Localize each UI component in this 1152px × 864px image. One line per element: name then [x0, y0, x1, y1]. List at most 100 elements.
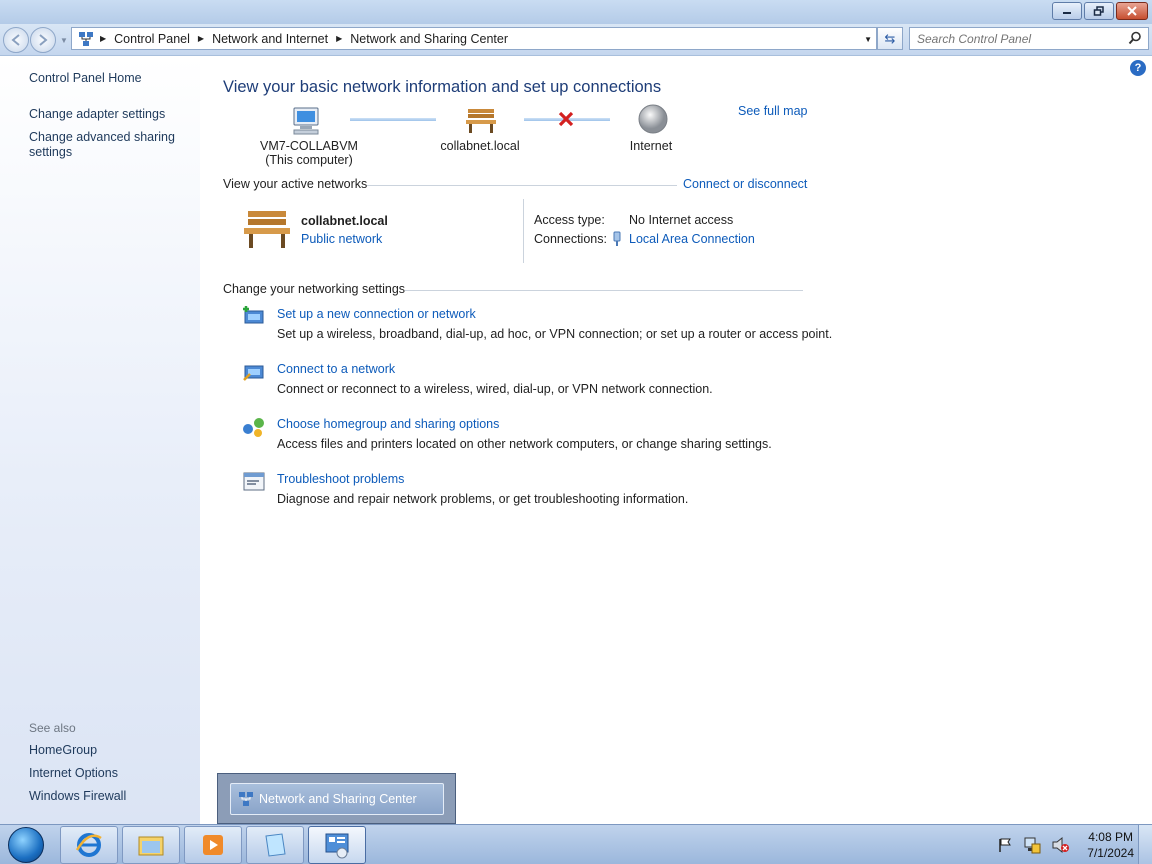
minimize-button[interactable] — [1052, 2, 1082, 20]
forward-button[interactable] — [30, 27, 56, 53]
homegroup-link[interactable]: HomeGroup — [29, 743, 97, 758]
divider — [523, 199, 524, 263]
close-icon — [1127, 6, 1137, 16]
media-player-icon — [203, 835, 223, 855]
breadcrumb-control-panel[interactable]: Control Panel — [114, 32, 190, 46]
refresh-button[interactable]: ⇆ — [877, 27, 903, 50]
computer-name: VM7-COLLABVM — [260, 139, 358, 153]
link-text-line: Change advanced sharing — [29, 130, 175, 144]
window-controls — [1050, 2, 1148, 20]
left-sidebar: Control Panel Home Change adapter settin… — [0, 57, 200, 824]
show-desktop-button[interactable] — [1138, 825, 1152, 864]
back-arrow-icon — [11, 34, 20, 46]
connect-to-network-link[interactable]: Connect to a network — [277, 362, 395, 376]
change-adapter-settings-link[interactable]: Change adapter settings — [29, 107, 165, 122]
network-icon — [79, 31, 93, 46]
windows-logo-icon — [8, 827, 44, 863]
breadcrumb-network-and-internet[interactable]: Network and Internet — [212, 32, 328, 46]
computer-icon[interactable] — [290, 105, 324, 137]
back-button[interactable] — [3, 27, 29, 53]
thumbnail-label: Network and Sharing Center — [259, 792, 417, 806]
internet-explorer-icon — [75, 833, 102, 857]
local-area-connection-link[interactable]: Local Area Connection — [629, 232, 755, 246]
network-icon — [239, 792, 253, 806]
internet-globe-icon[interactable] — [637, 103, 669, 135]
close-button[interactable] — [1116, 2, 1148, 20]
active-networks-heading: View your active networks — [223, 177, 368, 191]
search-box[interactable] — [909, 27, 1149, 50]
access-type-value: No Internet access — [629, 213, 734, 227]
setup-new-connection-link[interactable]: Set up a new connection or network — [277, 307, 476, 321]
control-panel-home-link[interactable]: Control Panel Home — [29, 71, 142, 86]
troubleshoot-problems-link[interactable]: Troubleshoot problems — [277, 472, 404, 486]
change-advanced-sharing-link[interactable]: Change advanced sharing settings — [29, 130, 175, 160]
restore-button[interactable] — [1084, 2, 1114, 20]
refresh-icon: ⇆ — [884, 30, 896, 46]
no-connection-x-icon[interactable] — [557, 111, 575, 127]
main-content: ? View your basic network information an… — [200, 57, 1152, 824]
notepad-icon — [265, 833, 286, 857]
system-clock[interactable]: 4:08 PM 7/1/2024 — [1087, 829, 1134, 861]
search-icon[interactable] — [1128, 31, 1142, 45]
address-bar[interactable]: ▶ Control Panel ▶ Network and Internet ▶… — [71, 27, 877, 50]
network-bench-icon[interactable] — [464, 105, 498, 135]
computer-node-label: VM7-COLLABVM (This computer) — [250, 139, 368, 167]
taskbar-notepad[interactable] — [246, 826, 304, 864]
volume-muted-icon[interactable] — [1051, 836, 1070, 854]
folder-icon — [138, 836, 164, 856]
new-connection-icon[interactable] — [242, 305, 266, 329]
breadcrumb-arrow-icon[interactable]: ▶ — [100, 34, 106, 43]
connect-network-icon[interactable] — [242, 360, 266, 384]
homegroup-icon[interactable] — [242, 415, 266, 439]
homegroup-sharing-link[interactable]: Choose homegroup and sharing options — [277, 417, 499, 431]
taskbar-thumbnail-popup: Network and Sharing Center — [217, 773, 456, 824]
start-button[interactable] — [3, 825, 49, 864]
internet-options-link[interactable]: Internet Options — [29, 766, 118, 781]
map-connection-line — [350, 118, 436, 121]
taskbar-network-sharing-center[interactable] — [308, 826, 366, 864]
action-center-flag-icon[interactable] — [997, 837, 1013, 853]
divider — [367, 185, 677, 186]
taskbar-internet-explorer[interactable] — [60, 826, 118, 864]
see-also-heading: See also — [29, 721, 76, 735]
taskbar-windows-explorer[interactable] — [122, 826, 180, 864]
forward-arrow-icon — [39, 34, 48, 46]
ethernet-plug-icon — [613, 231, 621, 246]
troubleshoot-problems-desc: Diagnose and repair network problems, or… — [277, 492, 689, 506]
breadcrumb-arrow-icon[interactable]: ▶ — [198, 34, 204, 43]
see-full-map-link[interactable]: See full map — [738, 104, 807, 118]
restore-icon — [1093, 6, 1104, 16]
system-tray: 4:08 PM 7/1/2024 — [997, 825, 1134, 864]
link-text-line: settings — [29, 145, 73, 159]
page-title: View your basic network information and … — [223, 78, 662, 96]
clock-date: 7/1/2024 — [1087, 846, 1134, 860]
network-node-label: collabnet.local — [440, 139, 520, 153]
active-network-name: collabnet.local — [301, 214, 388, 228]
connect-or-disconnect-link[interactable]: Connect or disconnect — [683, 177, 807, 191]
minimize-icon — [1063, 12, 1071, 14]
homegroup-sharing-desc: Access files and printers located on oth… — [277, 437, 772, 451]
breadcrumb-network-sharing-center[interactable]: Network and Sharing Center — [350, 32, 508, 46]
network-type-link[interactable]: Public network — [301, 232, 382, 246]
network-status-icon[interactable] — [1023, 836, 1041, 854]
control-panel-icon — [325, 833, 349, 859]
divider — [405, 290, 803, 291]
network-bench-icon — [244, 211, 290, 248]
navigation-bar: ▼ ▶ Control Panel ▶ Network and Internet… — [0, 24, 1152, 56]
help-icon[interactable]: ? — [1130, 60, 1146, 76]
window-titlebar — [0, 0, 1152, 24]
thumbnail-window-item[interactable]: Network and Sharing Center — [230, 783, 444, 815]
windows-firewall-link[interactable]: Windows Firewall — [29, 789, 126, 804]
setup-new-connection-desc: Set up a wireless, broadband, dial-up, a… — [277, 327, 833, 341]
taskbar-media-player[interactable] — [184, 826, 242, 864]
connect-to-network-desc: Connect or reconnect to a wireless, wire… — [277, 382, 713, 396]
recent-pages-dropdown[interactable]: ▼ — [60, 36, 68, 45]
address-dropdown-icon[interactable]: ▼ — [864, 35, 872, 44]
troubleshoot-icon[interactable] — [242, 470, 266, 494]
access-type-label: Access type: — [534, 213, 605, 227]
search-input[interactable] — [910, 28, 1120, 49]
computer-note: (This computer) — [265, 153, 353, 167]
taskbar: 4:08 PM 7/1/2024 — [0, 824, 1152, 864]
breadcrumb-arrow-icon[interactable]: ▶ — [336, 34, 342, 43]
internet-node-label: Internet — [629, 139, 673, 153]
